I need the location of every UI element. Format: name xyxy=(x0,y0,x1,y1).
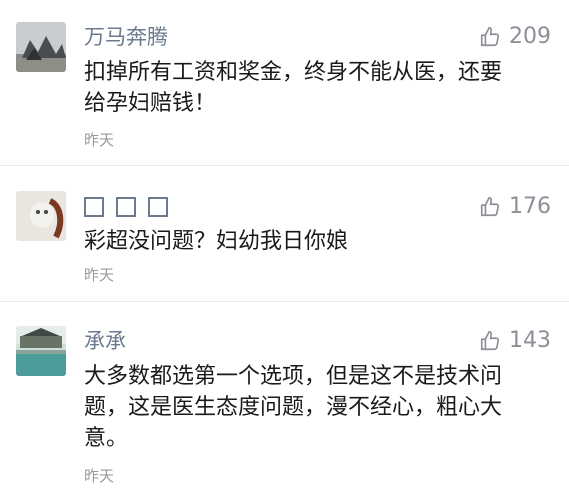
divider xyxy=(0,165,569,166)
comment-text: 扣掉所有工资和奖金，终身不能从医，还要 给孕妇赔钱！ xyxy=(84,57,554,119)
thumbs-up-icon xyxy=(480,27,500,47)
avatar[interactable] xyxy=(16,326,66,376)
comment-text-line: 给孕妇赔钱！ xyxy=(84,91,217,116)
like-count: 209 xyxy=(509,24,551,49)
like-button[interactable]: 176 xyxy=(479,193,551,221)
like-count: 176 xyxy=(509,194,551,219)
placeholder-glyph xyxy=(116,197,136,217)
username[interactable] xyxy=(84,192,180,220)
thumbs-up-icon xyxy=(480,197,500,217)
timestamp: 昨天 xyxy=(84,266,115,284)
like-button[interactable]: 209 xyxy=(479,23,551,51)
username[interactable]: 承承 xyxy=(84,327,126,355)
comment-text-line: 题，这是医生态度问题，漫不经心，粗心大 xyxy=(84,395,503,420)
timestamp: 昨天 xyxy=(84,467,115,485)
comment-text-line: 大多数都选第一个选项，但是这不是技术问 xyxy=(84,364,503,389)
avatar[interactable] xyxy=(16,22,66,72)
comment-text-line: 彩超没问题？妇幼我日你娘 xyxy=(84,229,349,254)
divider xyxy=(0,301,569,302)
comment-text-line: 扣掉所有工资和奖金，终身不能从医，还要 xyxy=(84,60,503,85)
placeholder-glyph xyxy=(84,197,104,217)
comment-text: 彩超没问题？妇幼我日你娘 xyxy=(84,226,554,257)
like-count: 143 xyxy=(509,328,551,353)
like-button[interactable]: 143 xyxy=(479,327,551,355)
timestamp: 昨天 xyxy=(84,131,115,149)
comment-text: 大多数都选第一个选项，但是这不是技术问 题，这是医生态度问题，漫不经心，粗心大 … xyxy=(84,361,554,454)
thumbs-up-icon xyxy=(480,331,500,351)
comment-text-line: 意。 xyxy=(84,426,129,451)
username[interactable]: 万马奔腾 xyxy=(84,23,168,51)
avatar[interactable] xyxy=(16,191,66,241)
placeholder-glyph xyxy=(148,197,168,217)
